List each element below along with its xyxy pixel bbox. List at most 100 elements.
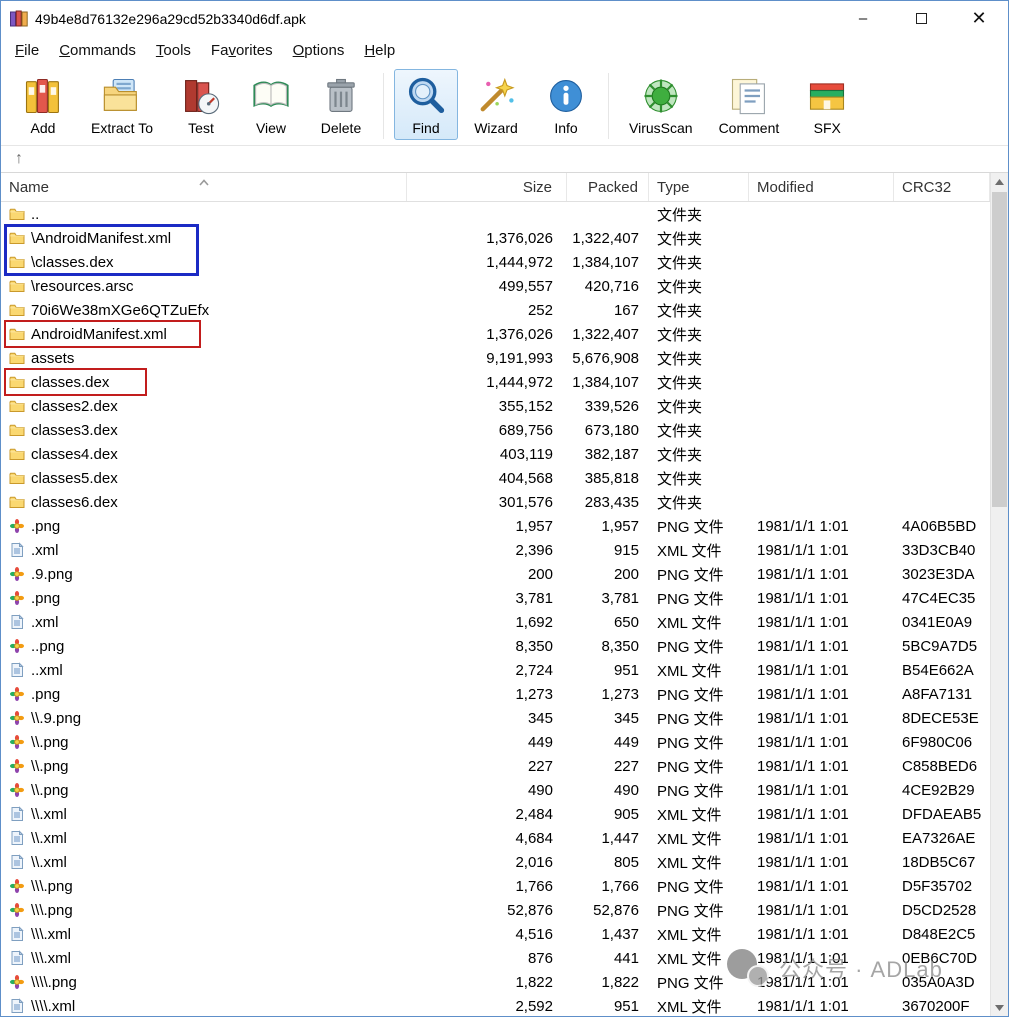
file-row[interactable]: AndroidManifest.xml1,376,0261,322,407文件夹 <box>1 322 990 346</box>
test-button[interactable]: Test <box>169 69 233 140</box>
scrollbar-thumb[interactable] <box>992 192 1007 507</box>
file-row[interactable]: classes3.dex689,756673,180文件夹 <box>1 418 990 442</box>
menu-item-help[interactable]: Help <box>354 38 405 63</box>
file-crc32: 33D3CB40 <box>894 538 990 562</box>
file-row[interactable]: .9.png200200PNG 文件1981/1/1 1:013023E3DA <box>1 562 990 586</box>
vertical-scrollbar[interactable] <box>990 173 1008 1016</box>
xml-icon <box>9 926 25 942</box>
file-row[interactable]: \\.png449449PNG 文件1981/1/1 1:016F980C06 <box>1 730 990 754</box>
wizard-button[interactable]: Wizard <box>464 69 528 140</box>
file-modified <box>749 490 894 514</box>
file-row[interactable]: .png1,9571,957PNG 文件1981/1/1 1:014A06B5B… <box>1 514 990 538</box>
file-crc32 <box>894 226 990 250</box>
maximize-icon <box>916 13 927 24</box>
file-modified: 1981/1/1 1:01 <box>749 562 894 586</box>
close-button[interactable]: ✕ <box>950 1 1008 36</box>
file-row[interactable]: \\\.xml876441XML 文件1981/1/1 1:010EB6C70D <box>1 946 990 970</box>
file-packed: 339,526 <box>567 394 649 418</box>
file-row[interactable]: \\.png490490PNG 文件1981/1/1 1:014CE92B29 <box>1 778 990 802</box>
file-type: 文件夹 <box>649 298 749 322</box>
add-button[interactable]: Add <box>11 69 75 140</box>
sfx-button[interactable]: SFX <box>795 69 859 140</box>
file-row[interactable]: .xml1,692650XML 文件1981/1/1 1:010341E0A9 <box>1 610 990 634</box>
column-header-packed[interactable]: Packed <box>567 173 649 201</box>
file-row[interactable]: .png1,2731,273PNG 文件1981/1/1 1:01A8FA713… <box>1 682 990 706</box>
scroll-up-icon[interactable] <box>991 173 1008 190</box>
file-name: .png <box>31 686 60 703</box>
menu-item-tools[interactable]: Tools <box>146 38 201 63</box>
file-row[interactable]: ..文件夹 <box>1 202 990 226</box>
menu-item-options[interactable]: Options <box>283 38 355 63</box>
file-size: 3,781 <box>407 586 567 610</box>
file-crc32 <box>894 394 990 418</box>
file-name: classes2.dex <box>31 398 118 415</box>
view-button[interactable]: View <box>239 69 303 140</box>
column-header-modified[interactable]: Modified <box>749 173 894 201</box>
title-bar[interactable]: 49b4e8d76132e296a29cd52b3340d6df.apk – ✕ <box>1 1 1008 36</box>
file-packed: 1,384,107 <box>567 250 649 274</box>
extract-to-button[interactable]: Extract To <box>81 69 163 140</box>
file-crc32: 4A06B5BD <box>894 514 990 538</box>
file-row[interactable]: classes5.dex404,568385,818文件夹 <box>1 466 990 490</box>
file-type: XML 文件 <box>649 826 749 850</box>
menu-item-file[interactable]: File <box>5 38 49 63</box>
file-size: 1,273 <box>407 682 567 706</box>
find-button[interactable]: Find <box>394 69 458 140</box>
file-row[interactable]: \AndroidManifest.xml1,376,0261,322,407文件… <box>1 226 990 250</box>
file-type: 文件夹 <box>649 466 749 490</box>
file-type: 文件夹 <box>649 394 749 418</box>
file-packed: 1,822 <box>567 970 649 994</box>
file-packed: 905 <box>567 802 649 826</box>
maximize-button[interactable] <box>892 1 950 36</box>
file-packed <box>567 202 649 226</box>
minimize-button[interactable]: – <box>834 1 892 36</box>
file-row[interactable]: ..xml2,724951XML 文件1981/1/1 1:01B54E662A <box>1 658 990 682</box>
file-row[interactable]: .xml2,396915XML 文件1981/1/1 1:0133D3CB40 <box>1 538 990 562</box>
file-list-area: Name Size Packed Type Modified CRC32 ..文… <box>1 173 990 1017</box>
file-row[interactable]: \classes.dex1,444,9721,384,107文件夹 <box>1 250 990 274</box>
file-row[interactable]: \\.xml2,016805XML 文件1981/1/1 1:0118DB5C6… <box>1 850 990 874</box>
column-header-crc32[interactable]: CRC32 <box>894 173 990 201</box>
file-packed: 1,447 <box>567 826 649 850</box>
file-row[interactable]: ..png8,3508,350PNG 文件1981/1/1 1:015BC9A7… <box>1 634 990 658</box>
file-row[interactable]: classes.dex1,444,9721,384,107文件夹 <box>1 370 990 394</box>
add-icon <box>21 74 65 118</box>
delete-button[interactable]: Delete <box>309 69 373 140</box>
column-header-type[interactable]: Type <box>649 173 749 201</box>
file-row[interactable]: 70i6We38mXGe6QTZuEfx252167文件夹 <box>1 298 990 322</box>
up-folder-icon[interactable]: ↑ <box>15 151 23 167</box>
file-packed: 420,716 <box>567 274 649 298</box>
file-row[interactable]: \\.xml2,484905XML 文件1981/1/1 1:01DFDAEAB… <box>1 802 990 826</box>
wizard-label: Wizard <box>474 120 518 136</box>
extract-to-label: Extract To <box>91 120 153 136</box>
file-row[interactable]: \\\.xml4,5161,437XML 文件1981/1/1 1:01D848… <box>1 922 990 946</box>
file-size: 404,568 <box>407 466 567 490</box>
file-row[interactable]: \\.xml4,6841,447XML 文件1981/1/1 1:01EA732… <box>1 826 990 850</box>
file-row[interactable]: classes6.dex301,576283,435文件夹 <box>1 490 990 514</box>
column-header-size[interactable]: Size <box>407 173 567 201</box>
file-row[interactable]: .png3,7813,781PNG 文件1981/1/1 1:0147C4EC3… <box>1 586 990 610</box>
file-row[interactable]: \\\\.xml2,592951XML 文件1981/1/1 1:0136702… <box>1 994 990 1017</box>
comment-button[interactable]: Comment <box>709 69 790 140</box>
virusscan-button[interactable]: VirusScan <box>619 69 703 140</box>
file-row[interactable]: classes2.dex355,152339,526文件夹 <box>1 394 990 418</box>
file-packed: 1,273 <box>567 682 649 706</box>
file-crc32 <box>894 370 990 394</box>
file-row[interactable]: \\\.png1,7661,766PNG 文件1981/1/1 1:01D5F3… <box>1 874 990 898</box>
file-row[interactable]: \resources.arsc499,557420,716文件夹 <box>1 274 990 298</box>
file-row[interactable]: \\\\.png1,8221,822PNG 文件1981/1/1 1:01035… <box>1 970 990 994</box>
file-row[interactable]: \\.png227227PNG 文件1981/1/1 1:01C858BED6 <box>1 754 990 778</box>
file-row[interactable]: classes4.dex403,119382,187文件夹 <box>1 442 990 466</box>
info-button[interactable]: Info <box>534 69 598 140</box>
file-row[interactable]: assets9,191,9935,676,908文件夹 <box>1 346 990 370</box>
file-modified <box>749 370 894 394</box>
menu-item-favorites[interactable]: Favorites <box>201 38 283 63</box>
file-size: 449 <box>407 730 567 754</box>
file-type: 文件夹 <box>649 274 749 298</box>
file-row[interactable]: \\\.png52,87652,876PNG 文件1981/1/1 1:01D5… <box>1 898 990 922</box>
scroll-down-icon[interactable] <box>991 999 1008 1016</box>
info-label: Info <box>554 120 577 136</box>
file-row[interactable]: \\.9.png345345PNG 文件1981/1/1 1:018DECE53… <box>1 706 990 730</box>
file-name: 70i6We38mXGe6QTZuEfx <box>31 302 209 319</box>
menu-item-commands[interactable]: Commands <box>49 38 146 63</box>
